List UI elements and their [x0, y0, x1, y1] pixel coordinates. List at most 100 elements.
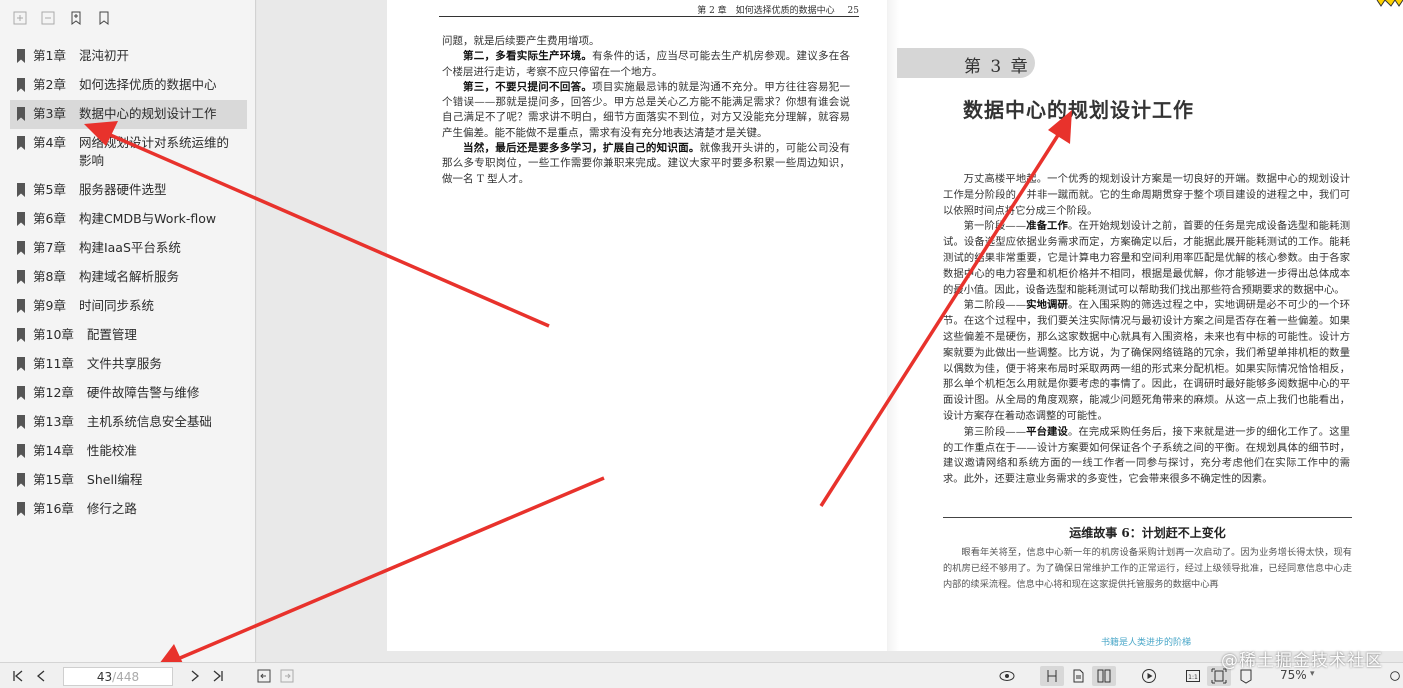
toc-item[interactable]: 第16章 修行之路 [10, 495, 247, 524]
toc-item[interactable]: 第2章 如何选择优质的数据中心 [10, 71, 247, 100]
bookmark-icon [17, 386, 25, 400]
toc-chapter-title: Shell编程 [86, 472, 143, 487]
prev-page-icon[interactable] [31, 666, 51, 686]
bookmark-icon [17, 136, 25, 150]
toc-chapter-number: 第15章 [33, 472, 74, 487]
toc-chapter-number: 第13章 [33, 414, 74, 429]
paragraph: 眼看年关将至，信息中心新一年的机房设备采购计划再一次启动了。因为业务增长得太快，… [943, 547, 1352, 590]
toc-item[interactable]: 第13章 主机系统信息安全基础 [10, 408, 247, 437]
toc-chapter-title: 如何选择优质的数据中心 [78, 77, 217, 92]
toc-chapter-number: 第10章 [33, 327, 74, 342]
toc-item[interactable]: 第8章 构建域名解析服务 [10, 263, 247, 292]
watermark: @稀土掘金技术社区 [1221, 651, 1383, 671]
bookmark-icon [17, 299, 25, 313]
toc-chapter-title: 构建域名解析服务 [78, 269, 179, 284]
toc-chapter-number: 第1章 [33, 48, 66, 63]
collapse-all-icon[interactable] [38, 8, 58, 28]
bookmark-icon [17, 473, 25, 487]
bookmark-icon [17, 241, 25, 255]
toc-item[interactable]: 第4章 网络规划设计对系统运维的影响 [10, 129, 247, 176]
continuous-page-icon[interactable] [1067, 666, 1089, 686]
bold-lead: 当然，最后还是要多多学习，扩展自己的知识面。 [463, 142, 700, 155]
chapter-tab: 第 3 章 [897, 48, 1035, 78]
toc-chapter-title: 硬件故障告警与维修 [86, 385, 200, 400]
bookmark-icon [17, 270, 25, 284]
chapter-title: 数据中心的规划设计工作 [963, 98, 1194, 122]
bold-lead: 第三，不要只提问不回答。 [463, 80, 593, 93]
bookmark-icon [17, 78, 25, 92]
bookmark-icon [17, 415, 25, 429]
bold-lead: 实地调研 [1026, 299, 1068, 312]
bookmark-icon [17, 502, 25, 516]
bookmark-icon[interactable] [94, 8, 114, 28]
next-page-icon[interactable] [185, 666, 205, 686]
forward-icon[interactable] [277, 666, 297, 686]
toc-item[interactable]: 第5章 服务器硬件选型 [10, 176, 247, 205]
first-page-icon[interactable] [8, 666, 28, 686]
toc-item[interactable]: 第12章 硬件故障告警与维修 [10, 379, 247, 408]
toc-chapter-number: 第12章 [33, 385, 74, 400]
add-bookmark-icon[interactable] [66, 8, 86, 28]
toc-chapter-title: 性能校准 [86, 443, 137, 458]
toc-chapter-number: 第8章 [33, 269, 66, 284]
two-page-icon[interactable] [1092, 666, 1116, 686]
toc-item[interactable]: 第7章 构建IaaS平台系统 [10, 234, 247, 263]
toc-item[interactable]: 第3章 数据中心的规划设计工作 [10, 100, 247, 129]
play-icon[interactable] [1138, 666, 1160, 686]
sidebar-toolbar [0, 0, 255, 36]
toc-chapter-title: 修行之路 [86, 501, 137, 516]
actual-size-icon[interactable]: 1:1 [1182, 666, 1204, 686]
toc-item[interactable]: 第6章 构建CMDB与Work-flow [10, 205, 247, 234]
toc-chapter-title: 时间同步系统 [78, 298, 154, 313]
toc-chapter-title: 服务器硬件选型 [78, 182, 167, 197]
paragraph: 当然，最后还是要多多学习，扩展自己的知识面。就像我开头讲的，可能公司没有那么多专… [442, 141, 850, 187]
paragraph: 第三阶段——平台建设。在完成采购任务后，接下来就是进一步的细化工作了。这里的工作… [943, 425, 1351, 486]
chapter-number: 第 3 章 [964, 57, 1030, 77]
story-title: 运维故事 6：计划赶不上变化 [1069, 526, 1226, 540]
expand-all-icon[interactable] [10, 8, 30, 28]
toc-chapter-number: 第7章 [33, 240, 66, 255]
toc-chapter-title: 主机系统信息安全基础 [86, 414, 212, 429]
bookmark-icon [17, 183, 25, 197]
paragraph: 第二阶段——实地调研。在入围采购的筛选过程之中，实地调研是必不可少的一个环节。在… [943, 299, 1351, 422]
toc-chapter-number: 第4章 [33, 135, 66, 150]
eye-icon[interactable] [996, 666, 1018, 686]
toc-item[interactable]: 第15章 Shell编程 [10, 466, 247, 495]
single-page-icon[interactable] [1040, 666, 1064, 686]
pdf-page-spread: 第 2 章 如何选择优质的数据中心 25 问题，就是后续要产生费用增项。 第二，… [387, 0, 1403, 651]
toc-chapter-title: 文件共享服务 [86, 356, 162, 371]
zoom-slider-icon[interactable] [1388, 666, 1402, 686]
running-header-title: 第 2 章 如何选择优质的数据中心 [697, 6, 835, 16]
total-pages: /448 [112, 669, 140, 684]
paragraph: 问题，就是后续要产生费用增项。 [442, 35, 600, 47]
running-header-page-number: 25 [847, 6, 859, 16]
toc-item[interactable]: 第11章 文件共享服务 [10, 350, 247, 379]
document-viewport[interactable]: 第 2 章 如何选择优质的数据中心 25 问题，就是后续要产生费用增项。 第二，… [257, 0, 1403, 662]
toc-chapter-number: 第16章 [33, 501, 74, 516]
bookmark-icon [17, 212, 25, 226]
toc-chapter-number: 第6章 [33, 211, 66, 226]
story-divider [943, 517, 1352, 518]
svg-text:1:1: 1:1 [1188, 674, 1198, 681]
bookmark-icon [17, 444, 25, 458]
bookmark-sidebar: 第1章 混沌初开 第2章 如何选择优质的数据中心 第3章 数据中心的规划设计工作 第4章 网络… [0, 0, 256, 662]
last-page-icon[interactable] [208, 666, 228, 686]
page-number-input[interactable]: 43/448 [63, 667, 173, 686]
running-header: 第 2 章 如何选择优质的数据中心 25 [439, 3, 859, 17]
bold-lead: 平台建设 [1026, 425, 1068, 438]
paragraph: 万丈高楼平地起。一个优秀的规划设计方案是一切良好的开端。数据中心的规划设计工作是… [943, 173, 1350, 217]
paragraph: 第三，不要只提问不回答。项目实施最忌讳的就是沟通不充分。甲方往往容易犯一个错误—… [442, 80, 850, 141]
toc-item[interactable]: 第9章 时间同步系统 [10, 292, 247, 321]
toc-chapter-number: 第3章 [33, 106, 66, 121]
back-icon[interactable] [254, 666, 274, 686]
bookmark-icon [17, 328, 25, 342]
right-page: 第 3 章 数据中心的规划设计工作 万丈高楼平地起。一个优秀的规划设计方案是一切… [897, 0, 1403, 651]
bold-lead: 准备工作 [1026, 220, 1068, 233]
toc-item[interactable]: 第1章 混沌初开 [10, 42, 247, 71]
left-page-body: 问题，就是后续要产生费用增项。 第二，多看实际生产环境。有条件的话，应当尽可能去… [442, 34, 850, 187]
toc-item[interactable]: 第14章 性能校准 [10, 437, 247, 466]
bold-lead: 第二，多看实际生产环境。 [463, 50, 593, 63]
toc-item[interactable]: 第10章 配置管理 [10, 321, 247, 350]
paragraph: 第二，多看实际生产环境。有条件的话，应当尽可能去生产机房参观。建议多在各个楼层进… [442, 49, 850, 80]
toc-chapter-title: 数据中心的规划设计工作 [78, 106, 217, 121]
